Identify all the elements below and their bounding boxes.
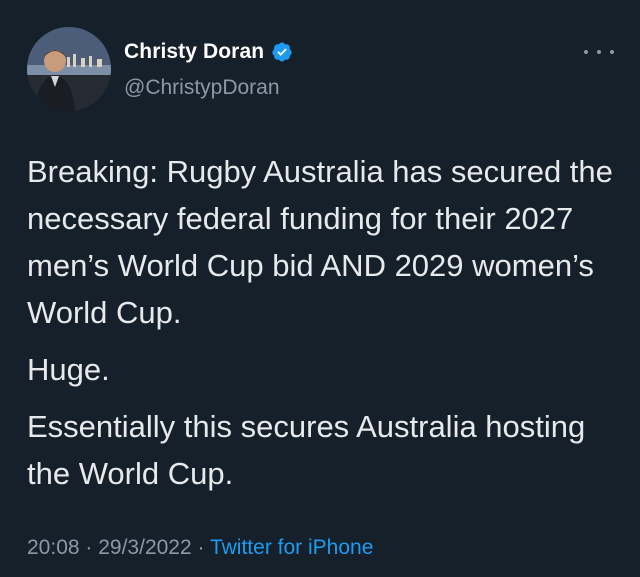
verified-badge-icon [271, 41, 293, 63]
tweet-text: Breaking: Rugby Australia has secured th… [27, 148, 627, 497]
tweet-time[interactable]: 20:08 [27, 536, 80, 559]
meta-separator: · [191, 536, 210, 559]
tweet-meta: 20:08 · 29/3/2022 · Twitter for iPhone [27, 536, 373, 560]
author-handle[interactable]: @ChristypDoran [124, 76, 280, 100]
tweet-date[interactable]: 29/3/2022 [98, 536, 191, 559]
more-dot [584, 50, 588, 54]
meta-separator: · [79, 536, 99, 559]
author-name[interactable]: Christy Doran [124, 40, 264, 64]
avatar[interactable] [27, 27, 111, 111]
tweet-paragraph: Breaking: Rugby Australia has secured th… [27, 154, 613, 330]
tweet-card: Christy Doran @ChristypDoran Breaking: R… [0, 0, 640, 577]
tweet-source[interactable]: Twitter for iPhone [210, 536, 373, 559]
tweet-paragraph: Essentially this secures Australia hosti… [27, 409, 586, 491]
tweet-paragraph: Huge. [27, 352, 110, 387]
more-dot [610, 50, 614, 54]
author-name-row: Christy Doran [124, 40, 293, 64]
more-horizontal-icon[interactable] [584, 42, 614, 62]
more-dot [597, 50, 601, 54]
